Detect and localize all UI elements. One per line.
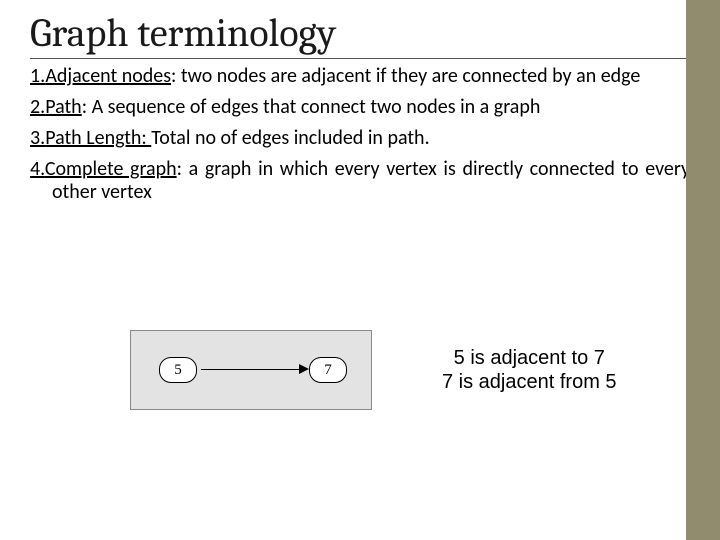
- list-item: 3.Path Length: Total no of edges include…: [30, 127, 690, 150]
- item-rest: : A sequence of edges that connect two n…: [82, 95, 541, 119]
- item-rest: Total no of edges included in path.: [151, 126, 429, 150]
- slide-accent-bar: [686, 0, 720, 540]
- slide-title: Graph terminology: [30, 10, 690, 59]
- definitions-list: 1.Adjacent nodes: two nodes are adjacent…: [0, 65, 720, 204]
- list-item: 1.Adjacent nodes: two nodes are adjacent…: [30, 65, 690, 88]
- diagram-caption: 5 is adjacent to 7 7 is adjacent from 5: [442, 346, 617, 394]
- list-item: 2.Path: A sequence of edges that connect…: [30, 96, 690, 119]
- item-number: 2.: [30, 95, 45, 119]
- item-number: 4.: [30, 157, 45, 181]
- item-term: Path: [45, 95, 82, 119]
- graph-node-left: 5: [159, 357, 197, 383]
- item-rest: : two nodes are adjacent if they are con…: [171, 64, 640, 88]
- adjacency-diagram: 5 7: [130, 330, 372, 410]
- item-term: Adjacent nodes: [45, 64, 171, 88]
- edge-line: [201, 369, 301, 370]
- item-number: 3.: [30, 126, 45, 150]
- graph-node-right: 7: [309, 357, 347, 383]
- item-term: Complete graph: [45, 157, 177, 181]
- arrow-head-icon: [299, 364, 309, 374]
- caption-line: 7 is adjacent from 5: [442, 370, 617, 394]
- item-term: Path Length:: [45, 126, 151, 150]
- caption-line: 5 is adjacent to 7: [442, 346, 617, 370]
- item-number: 1.: [30, 64, 45, 88]
- list-item: 4.Complete graph: a graph in which every…: [30, 158, 690, 204]
